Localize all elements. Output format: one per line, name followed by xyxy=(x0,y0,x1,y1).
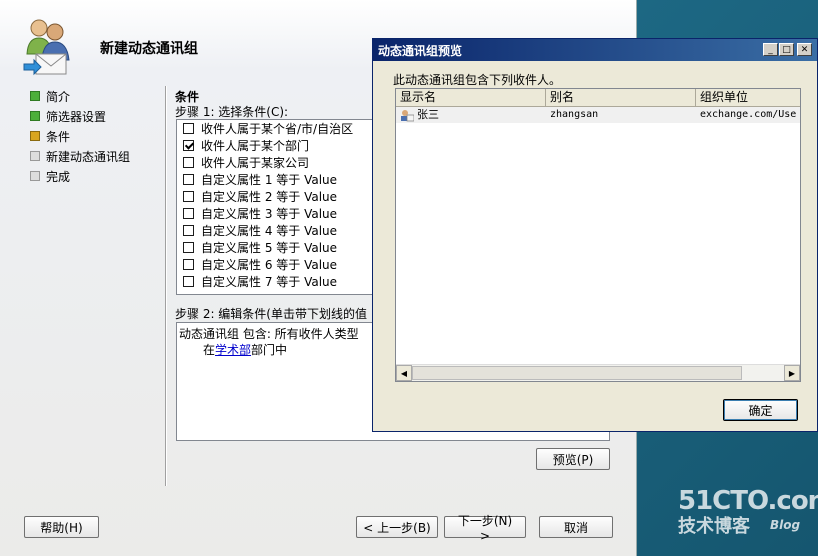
condition-item[interactable]: 自定义属性 3 等于 Value xyxy=(177,205,377,222)
back-button[interactable]: < 上一步(B) xyxy=(356,516,438,538)
help-button[interactable]: 帮助(H) xyxy=(24,516,99,538)
next-button[interactable]: 下一步(N) > xyxy=(444,514,526,543)
condition-item[interactable]: 自定义属性 2 等于 Value xyxy=(177,188,377,205)
close-icon[interactable]: ✕ xyxy=(797,43,812,56)
checkbox[interactable] xyxy=(183,191,194,202)
users-mail-icon xyxy=(23,19,70,76)
condition-item[interactable]: 收件人属于某家公司 xyxy=(177,154,377,171)
ok-button[interactable]: 确定 xyxy=(723,399,798,421)
user-mailbox-icon xyxy=(401,109,414,121)
condition-item[interactable]: 收件人属于某个部门 xyxy=(177,137,377,154)
preview-dialog: 动态通讯组预览 _ □ ✕ 此动态通讯组包含下列收件人。 显示名 别名 组织单位… xyxy=(372,38,818,432)
step1-label: 步骤 1: 选择条件(C): xyxy=(175,105,289,119)
alias-cell: zhangsan xyxy=(550,109,599,120)
grid-header: 显示名 别名 组织单位 xyxy=(396,89,800,107)
condition-line: 在学术部部门中 xyxy=(203,343,288,357)
checkbox[interactable] xyxy=(183,242,194,253)
cancel-button[interactable]: 取消 xyxy=(539,516,613,538)
condition-item[interactable]: 自定义属性 7 等于 Value xyxy=(177,273,377,290)
preview-button[interactable]: 预览(P) xyxy=(536,448,610,470)
wizard-title: 新建动态通讯组 xyxy=(100,41,198,57)
condition-item[interactable]: 自定义属性 5 等于 Value xyxy=(177,239,377,256)
watermark-logo: 51CTO.com 技术博客 Blog xyxy=(678,486,818,537)
checkbox-checked[interactable] xyxy=(183,140,194,151)
step2-label: 步骤 2: 编辑条件(单击带下划线的值 xyxy=(175,307,367,321)
department-value-link[interactable]: 学术部 xyxy=(215,343,251,357)
scroll-right-icon[interactable]: ▶ xyxy=(784,365,800,381)
column-header-display-name[interactable]: 显示名 xyxy=(396,89,546,106)
condition-line: 动态通讯组 包含: 所有收件人类型 xyxy=(179,327,359,341)
nav-divider xyxy=(165,86,167,486)
ou-cell: exchange.com/Use xyxy=(700,109,797,120)
status-pending-icon xyxy=(30,171,40,181)
horizontal-scrollbar[interactable]: ◀ ▶ xyxy=(396,364,800,381)
scroll-thumb[interactable] xyxy=(412,366,742,380)
status-done-icon xyxy=(30,111,40,121)
dialog-title: 动态通讯组预览 xyxy=(378,43,463,58)
condition-item[interactable]: 自定义属性 4 等于 Value xyxy=(177,222,377,239)
checkbox[interactable] xyxy=(183,123,194,134)
condition-item[interactable]: 收件人属于某个省/市/自治区 xyxy=(177,120,377,137)
nav-item-conditions[interactable]: 条件 xyxy=(30,126,130,146)
recipients-grid[interactable]: 显示名 别名 组织单位 张三 zhangsan exchange.com/Use… xyxy=(395,88,801,382)
nav-item-intro[interactable]: 简介 xyxy=(30,86,130,106)
dialog-titlebar[interactable]: 动态通讯组预览 xyxy=(373,39,817,61)
display-name-cell: 张三 xyxy=(417,108,439,121)
checkbox[interactable] xyxy=(183,157,194,168)
table-row[interactable]: 张三 zhangsan exchange.com/Use xyxy=(396,107,800,123)
conditions-list[interactable]: 收件人属于某个省/市/自治区 收件人属于某个部门 收件人属于某家公司 自定义属性… xyxy=(176,119,378,295)
checkbox[interactable] xyxy=(183,276,194,287)
column-header-alias[interactable]: 别名 xyxy=(546,89,696,106)
checkbox[interactable] xyxy=(183,225,194,236)
nav-item-finish[interactable]: 完成 xyxy=(30,166,130,186)
scroll-left-icon[interactable]: ◀ xyxy=(396,365,412,381)
status-pending-icon xyxy=(30,151,40,161)
checkbox[interactable] xyxy=(183,208,194,219)
maximize-icon[interactable]: □ xyxy=(779,43,794,56)
wizard-nav: 简介 筛选器设置 条件 新建动态通讯组 完成 xyxy=(30,86,130,186)
condition-item[interactable]: 自定义属性 6 等于 Value xyxy=(177,256,377,273)
status-done-icon xyxy=(30,91,40,101)
status-current-icon xyxy=(30,131,40,141)
checkbox[interactable] xyxy=(183,174,194,185)
nav-item-filter-settings[interactable]: 筛选器设置 xyxy=(30,106,130,126)
checkbox[interactable] xyxy=(183,259,194,270)
dialog-description: 此动态通讯组包含下列收件人。 xyxy=(393,73,562,87)
minimize-icon[interactable]: _ xyxy=(763,43,778,56)
nav-item-new-group[interactable]: 新建动态通讯组 xyxy=(30,146,130,166)
column-header-ou[interactable]: 组织单位 xyxy=(696,89,800,106)
condition-item[interactable]: 自定义属性 1 等于 Value xyxy=(177,171,377,188)
